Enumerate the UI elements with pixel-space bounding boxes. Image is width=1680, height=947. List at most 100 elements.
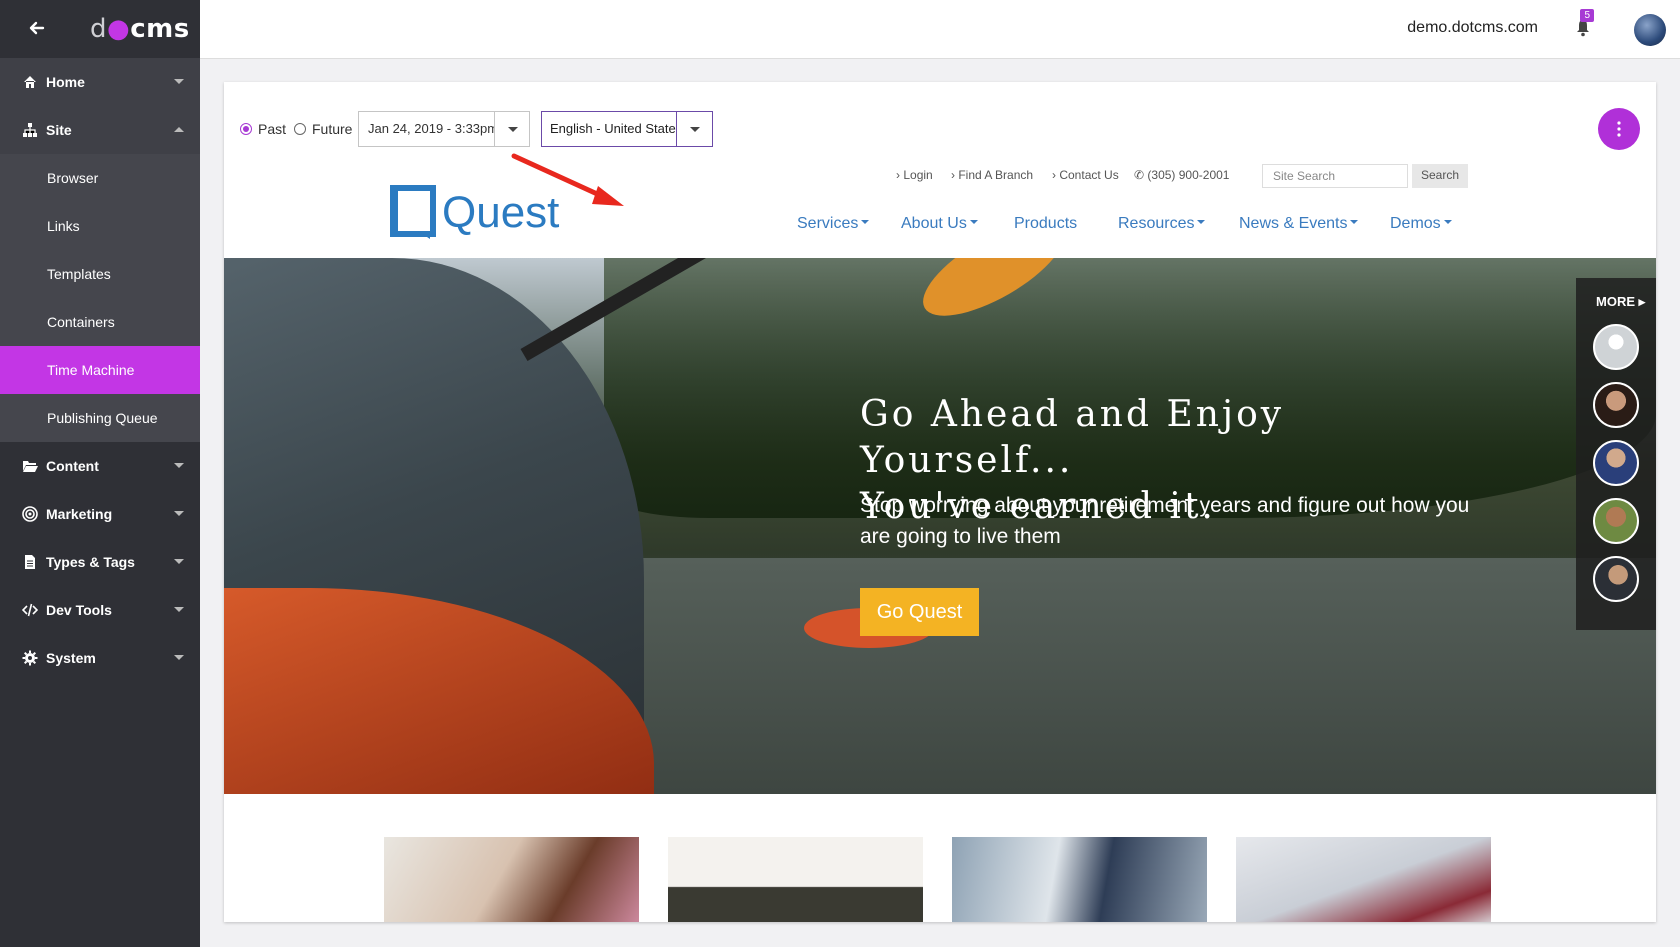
more-label: MORE: [1596, 294, 1635, 309]
top-bar: demo.dotcms.com 5: [200, 0, 1680, 59]
more-button[interactable]: MORE ▸: [1596, 294, 1645, 310]
chevron-down-icon: [174, 511, 184, 516]
language-select[interactable]: English - United States: [541, 111, 681, 147]
radio-indicator: [240, 123, 252, 135]
login-link[interactable]: › Login: [896, 168, 933, 182]
more-actions-button[interactable]: [1598, 108, 1640, 150]
persona-avatar[interactable]: [1593, 498, 1639, 544]
back-arrow-icon[interactable]: [26, 17, 48, 39]
time-machine-toolbar: Past Future Jan 24, 2019 - 3:33pm Englis…: [224, 82, 1656, 165]
menu-label: Demos: [1390, 215, 1441, 232]
gear-icon: [22, 650, 38, 666]
sidebar-item-marketing[interactable]: Marketing: [0, 490, 200, 538]
find-branch-link[interactable]: › Find A Branch: [951, 168, 1033, 182]
chevron-down-icon: [174, 463, 184, 468]
document-icon: [25, 555, 35, 569]
persona-rail: MORE ▸: [1576, 278, 1656, 630]
login-label: Login: [903, 168, 933, 182]
chevron-down-icon: [174, 655, 184, 660]
menu-news-events[interactable]: News & Events: [1239, 215, 1359, 233]
sidebar-item-label: Site: [46, 122, 72, 138]
radio-indicator: [294, 123, 306, 135]
sidebar-subitem-time-machine[interactable]: Time Machine: [0, 346, 200, 394]
menu-services[interactable]: Services: [797, 215, 870, 233]
menu-demos[interactable]: Demos: [1390, 215, 1452, 233]
date-dropdown-button[interactable]: [494, 111, 530, 147]
menu-about-us[interactable]: About Us: [901, 215, 978, 233]
menu-resources[interactable]: Resources: [1118, 215, 1206, 233]
hero-subtitle: Stop worrying about your retirement year…: [860, 494, 1470, 548]
sidebar-item-label: Content: [46, 458, 99, 474]
contact-label: Contact Us: [1059, 168, 1119, 182]
chevron-down-icon: [1443, 219, 1452, 224]
dotcms-logo: d●cms: [90, 14, 190, 44]
sidebar-item-dev-tools[interactable]: Dev Tools: [0, 586, 200, 634]
sidebar-subitem-publishing-queue[interactable]: Publishing Queue: [0, 394, 200, 442]
sidebar-subitem-templates[interactable]: Templates: [0, 250, 200, 298]
sidebar-item-types-tags[interactable]: Types & Tags: [0, 538, 200, 586]
chevron-down-icon: [508, 127, 518, 132]
site-search-button[interactable]: Search: [1412, 164, 1468, 188]
phone-icon: ✆: [1134, 168, 1145, 182]
sidebar-subitem-browser[interactable]: Browser: [0, 154, 200, 202]
chevron-down-icon: [174, 79, 184, 84]
sidebar-item-label: Home: [46, 74, 85, 90]
past-radio[interactable]: Past: [240, 121, 286, 137]
language-dropdown-button[interactable]: [676, 111, 713, 147]
menu-label: Services: [797, 215, 859, 232]
persona-avatar[interactable]: [1593, 382, 1639, 428]
future-radio[interactable]: Future: [294, 121, 352, 137]
edit-page-panel: Past Future Jan 24, 2019 - 3:33pm Englis…: [224, 82, 1656, 922]
hero-banner: Go Ahead and Enjoy Yourself... You've ea…: [224, 258, 1656, 794]
notification-badge: 5: [1580, 9, 1594, 22]
home-icon: [24, 76, 36, 88]
chevron-down-icon: [861, 219, 870, 224]
chevron-down-icon: [1350, 219, 1359, 224]
user-avatar[interactable]: [1634, 14, 1666, 46]
sidebar-subitem-containers[interactable]: Containers: [0, 298, 200, 346]
chevron-down-icon: [969, 219, 978, 224]
sidebar-subitem-links[interactable]: Links: [0, 202, 200, 250]
go-quest-button[interactable]: Go Quest: [860, 588, 979, 636]
chevron-down-icon: [174, 559, 184, 564]
persona-avatar-default[interactable]: [1593, 324, 1639, 370]
menu-products[interactable]: Products: [1014, 215, 1077, 233]
menu-label: About Us: [901, 215, 967, 232]
sidebar-item-system[interactable]: System: [0, 634, 200, 682]
persona-avatar[interactable]: [1593, 440, 1639, 486]
folder-open-icon: [23, 461, 38, 472]
sitemap-icon: [23, 123, 37, 137]
sidebar-item-label: Types & Tags: [46, 554, 135, 570]
site-header: › Login › Find A Branch › Contact Us ✆ (…: [224, 164, 1656, 258]
contact-link[interactable]: › Contact Us: [1052, 168, 1119, 182]
sidebar-item-site[interactable]: Site: [0, 106, 200, 154]
chevron-down-icon: [174, 607, 184, 612]
sidebar-item-content[interactable]: Content: [0, 442, 200, 490]
chevron-down-icon: [1197, 219, 1206, 224]
logo-bar: d●cms: [0, 0, 200, 58]
quest-logo[interactable]: Quest: [388, 181, 578, 241]
future-label: Future: [312, 121, 353, 137]
content-thumbnail[interactable]: [1236, 837, 1491, 922]
content-thumbnail[interactable]: [384, 837, 639, 922]
site-search-input[interactable]: Site Search: [1262, 164, 1408, 188]
sidebar-item-home[interactable]: Home: [0, 58, 200, 106]
past-label: Past: [258, 121, 287, 137]
content-thumbnail[interactable]: [952, 837, 1207, 922]
menu-label: News & Events: [1239, 215, 1348, 232]
chevron-up-icon: [174, 127, 184, 132]
target-icon: [22, 506, 38, 522]
persona-avatar[interactable]: [1593, 556, 1639, 602]
sidebar-item-label: Marketing: [46, 506, 113, 522]
phone-link[interactable]: ✆ (305) 900-2001: [1134, 168, 1229, 182]
content-thumbnail[interactable]: [668, 837, 923, 922]
site-selector[interactable]: demo.dotcms.com: [1407, 19, 1538, 37]
quest-logo-text: Quest: [442, 188, 559, 237]
find-branch-label: Find A Branch: [958, 168, 1034, 182]
hero-title-line: Go Ahead and Enjoy Yourself...: [860, 394, 1285, 481]
menu-label: Resources: [1118, 215, 1195, 232]
chevron-down-icon: [690, 127, 700, 132]
menu-label: Products: [1014, 215, 1078, 232]
sidebar-item-label: System: [46, 650, 96, 666]
sidebar-item-label: Dev Tools: [46, 602, 112, 618]
